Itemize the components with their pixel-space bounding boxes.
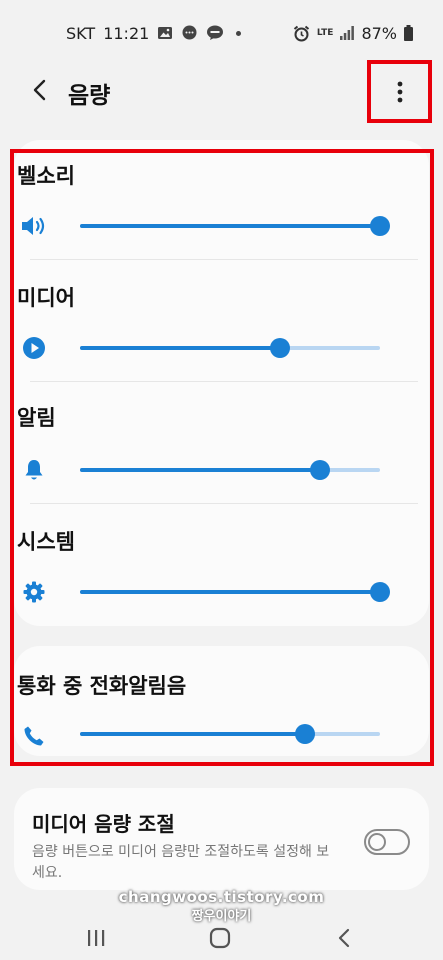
divider — [30, 381, 418, 382]
recent-apps-icon — [88, 930, 105, 946]
slider-fill — [80, 346, 280, 350]
more-vertical-icon — [397, 81, 402, 102]
slider-fill — [80, 590, 380, 594]
status-right: LTE 87% — [293, 24, 413, 43]
system-volume-slider[interactable] — [80, 580, 390, 604]
media-control-description: 음량 버튼으로 미디어 음량만 조절하도록 설정해 보세요. — [32, 844, 330, 881]
back-button[interactable] — [24, 74, 56, 106]
media-control-card[interactable]: 미디어 음량 조절 음량 버튼으로 미디어 음량만 조절하도록 설정해 보세요. — [14, 788, 429, 890]
system-label: 시스템 — [17, 530, 75, 554]
recent-apps-button[interactable] — [76, 918, 116, 958]
back-nav-icon — [338, 928, 350, 948]
phone-icon — [20, 722, 48, 750]
slider-fill — [80, 732, 305, 736]
call-volume-slider[interactable] — [80, 722, 380, 746]
slider-thumb[interactable] — [370, 582, 390, 602]
navigation-bar — [0, 910, 443, 960]
divider — [30, 259, 418, 260]
bell-icon — [20, 456, 48, 484]
talk-icon — [206, 25, 224, 41]
page-title: 음량 — [68, 83, 111, 109]
divider — [30, 503, 418, 504]
alarm-icon — [293, 25, 310, 42]
notification-label: 알림 — [17, 406, 56, 430]
watermark-url: changwoos.tistory.com — [118, 888, 325, 906]
chat-icon — [181, 25, 198, 41]
ringtone-volume-slider[interactable] — [80, 214, 390, 238]
gear-icon — [20, 578, 48, 606]
speaker-icon — [20, 212, 48, 240]
app-bar: 음량 — [0, 60, 443, 123]
home-button[interactable] — [200, 918, 240, 958]
notification-dot — [236, 30, 242, 36]
status-left: SKT 11:21 — [66, 23, 242, 43]
ringtone-label: 벨소리 — [17, 164, 75, 188]
slider-thumb[interactable] — [370, 216, 390, 236]
play-icon — [20, 334, 48, 362]
status-bar: SKT 11:21 LTE 87% — [0, 0, 443, 66]
signal-icon — [340, 26, 355, 40]
slider-fill — [80, 224, 380, 228]
battery-label: 87% — [361, 23, 397, 43]
media-volume-slider[interactable] — [80, 336, 380, 360]
home-icon — [209, 927, 231, 949]
media-control-toggle[interactable] — [364, 829, 410, 855]
slider-fill — [80, 468, 320, 472]
back-nav-button[interactable] — [324, 918, 364, 958]
carrier-label: SKT — [66, 23, 96, 43]
toggle-knob — [368, 833, 386, 851]
chevron-left-icon — [33, 79, 46, 101]
battery-icon — [404, 25, 413, 41]
network-type-label: LTE — [316, 27, 334, 38]
slider-thumb[interactable] — [295, 724, 315, 744]
time-label: 11:21 — [103, 23, 150, 43]
gallery-icon — [157, 26, 173, 40]
volume-card — [14, 140, 429, 626]
call-label: 통화 중 전화알림음 — [17, 674, 187, 698]
slider-thumb[interactable] — [310, 460, 330, 480]
more-options-button[interactable] — [367, 60, 432, 123]
slider-thumb[interactable] — [269, 338, 290, 358]
media-label: 미디어 — [17, 286, 75, 310]
notification-volume-slider[interactable] — [80, 458, 380, 482]
media-control-title: 미디어 음량 조절 — [32, 812, 175, 836]
